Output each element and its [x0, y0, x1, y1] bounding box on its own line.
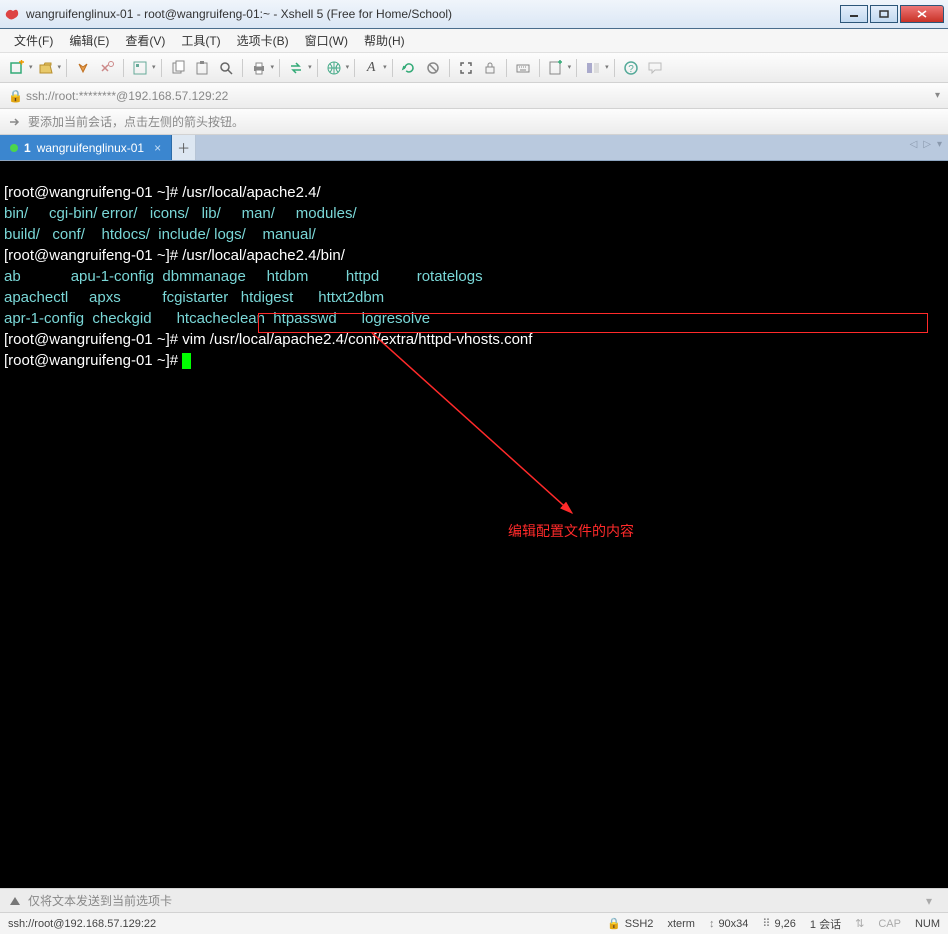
status-size: ↕90x34: [709, 918, 748, 930]
menu-tools[interactable]: 工具(T): [173, 30, 228, 51]
status-cap: CAP: [878, 918, 901, 930]
annotation-label: 编辑配置文件的内容: [508, 521, 634, 541]
size-icon: ↕: [709, 918, 715, 930]
arrow-add-icon[interactable]: [8, 115, 22, 129]
terminal[interactable]: [root@wangruifeng-01 ~]# /usr/local/apac…: [0, 161, 948, 888]
globe-icon[interactable]: [323, 57, 345, 79]
compose-icon[interactable]: [545, 57, 567, 79]
info-bar: 要添加当前会话，点击左侧的箭头按钮。: [0, 109, 948, 135]
window-title: wangruifenglinux-01 - root@wangruifeng-0…: [26, 7, 838, 21]
caret-icon[interactable]: ▾: [29, 64, 33, 71]
reconnect-icon[interactable]: [72, 57, 94, 79]
status-bar: ssh://root@192.168.57.129:22 🔒SSH2 xterm…: [0, 912, 948, 934]
send-toggle-icon[interactable]: [6, 892, 24, 910]
menu-view[interactable]: 查看(V): [117, 30, 173, 51]
window-buttons: [838, 5, 944, 23]
minimize-button[interactable]: [840, 5, 868, 23]
terminal-line: [root@wangruifeng-01 ~]# /usr/local/apac…: [4, 247, 345, 264]
send-input-placeholder[interactable]: 仅将文本发送到当前选项卡: [28, 892, 920, 909]
menu-bar: 文件(F) 编辑(E) 查看(V) 工具(T) 选项卡(B) 窗口(W) 帮助(…: [0, 29, 948, 53]
disconnect-icon[interactable]: [96, 57, 118, 79]
print-icon[interactable]: [248, 57, 270, 79]
terminal-line: bin/ cgi-bin/ error/ icons/ lib/ man/ mo…: [4, 205, 357, 222]
tab-prev-icon[interactable]: ◁: [910, 139, 918, 150]
address-bar[interactable]: 🔒 ssh://root:********@192.168.57.129:22 …: [0, 83, 948, 109]
app-icon: [4, 6, 20, 22]
tab-nav: ◁ ▷ ▾: [910, 139, 942, 150]
tab-label: wangruifenglinux-01: [37, 141, 144, 155]
svg-text:?: ?: [628, 64, 634, 75]
tab-close-icon[interactable]: ×: [154, 141, 161, 155]
caret-icon[interactable]: ▾: [58, 64, 62, 71]
status-up-down-icon: ⇅: [855, 917, 864, 930]
address-text: ssh://root:********@192.168.57.129:22: [26, 89, 935, 103]
address-caret-icon[interactable]: ▾: [935, 90, 940, 101]
status-dot-icon: [10, 144, 18, 152]
lock-icon: 🔒: [607, 917, 621, 930]
maximize-button[interactable]: [870, 5, 898, 23]
caret-icon[interactable]: ▾: [271, 64, 275, 71]
menu-file[interactable]: 文件(F): [6, 30, 61, 51]
cursor: [182, 353, 191, 369]
terminal-line: apachectl apxs fcgistarter htdigest httx…: [4, 289, 384, 306]
send-bar: 仅将文本发送到当前选项卡 ▾: [0, 888, 948, 912]
info-text: 要添加当前会话，点击左侧的箭头按钮。: [28, 113, 244, 130]
terminal-line: [root@wangruifeng-01 ~]# /usr/local/apac…: [4, 184, 321, 201]
status-sessions: 1 会话: [810, 916, 841, 932]
highlight-box: [258, 313, 928, 333]
find-icon[interactable]: [215, 57, 237, 79]
menu-window[interactable]: 窗口(W): [297, 30, 356, 51]
caret-icon[interactable]: ▾: [605, 64, 609, 71]
status-protocol: 🔒SSH2: [607, 917, 653, 930]
terminal-line: [root@wangruifeng-01 ~]#: [4, 352, 191, 369]
copy-icon[interactable]: [167, 57, 189, 79]
menu-tabs[interactable]: 选项卡(B): [229, 30, 297, 51]
annotation-arrow: [372, 333, 612, 533]
toolbar: ▾ ▾ ▾ ▾ ▾ ▾ A ▾ ▾ ▾ ?: [0, 53, 948, 83]
paste-icon[interactable]: [191, 57, 213, 79]
new-tab-button[interactable]: ＋: [172, 135, 196, 160]
new-session-icon[interactable]: [6, 57, 28, 79]
keyboard-icon[interactable]: [512, 57, 534, 79]
menu-help[interactable]: 帮助(H): [356, 30, 413, 51]
session-tab[interactable]: 1 wangruifenglinux-01 ×: [0, 135, 172, 160]
pos-icon: ⠿: [762, 917, 770, 930]
refresh-icon[interactable]: [398, 57, 420, 79]
caret-icon[interactable]: ▾: [568, 64, 572, 71]
caret-icon[interactable]: ▾: [152, 64, 156, 71]
tab-bar: 1 wangruifenglinux-01 × ＋ ◁ ▷ ▾: [0, 135, 948, 161]
lock-icon[interactable]: [479, 57, 501, 79]
stop-icon[interactable]: [422, 57, 444, 79]
send-menu-icon[interactable]: ▾: [920, 892, 938, 910]
tab-index: 1: [24, 141, 31, 155]
status-num: NUM: [915, 918, 940, 930]
tab-next-icon[interactable]: ▷: [923, 139, 931, 150]
menu-edit[interactable]: 编辑(E): [61, 30, 117, 51]
tab-menu-icon[interactable]: ▾: [937, 139, 942, 150]
caret-icon[interactable]: ▾: [346, 64, 350, 71]
help-icon[interactable]: ?: [620, 57, 642, 79]
status-connection: ssh://root@192.168.57.129:22: [8, 918, 156, 930]
terminal-line: build/ conf/ htdocs/ include/ logs/ manu…: [4, 226, 316, 243]
status-cursor-pos: ⠿9,26: [762, 917, 795, 930]
layout-icon[interactable]: [582, 57, 604, 79]
transfer-icon[interactable]: [285, 57, 307, 79]
properties-icon[interactable]: [129, 57, 151, 79]
open-icon[interactable]: [35, 57, 57, 79]
caret-icon[interactable]: ▾: [308, 64, 312, 71]
status-term: xterm: [667, 918, 695, 930]
chat-icon[interactable]: [644, 57, 666, 79]
caret-icon[interactable]: ▾: [383, 64, 387, 71]
lock-icon: 🔒: [8, 89, 22, 103]
terminal-line: ab apu-1-config dbmmanage htdbm httpd ro…: [4, 268, 483, 285]
fullscreen-icon[interactable]: [455, 57, 477, 79]
font-icon[interactable]: A: [360, 57, 382, 79]
title-bar: wangruifenglinux-01 - root@wangruifeng-0…: [0, 0, 948, 29]
close-button[interactable]: [900, 5, 944, 23]
